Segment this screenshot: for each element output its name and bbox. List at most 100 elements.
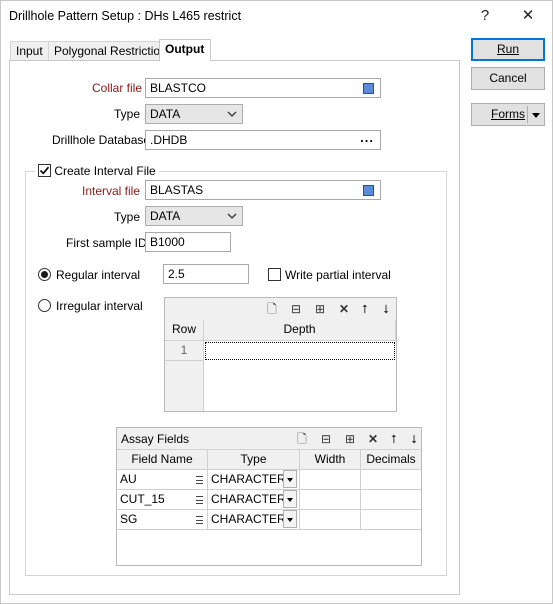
menu-icon[interactable] <box>196 516 203 524</box>
width-cell[interactable] <box>300 470 361 490</box>
chevron-down-icon <box>227 111 237 117</box>
forms-button-divider <box>527 106 528 123</box>
insert-row-icon[interactable]: ⊟ <box>289 302 303 316</box>
decimals-cell[interactable] <box>361 490 421 510</box>
table-row[interactable]: AU <box>117 470 208 490</box>
field-name-header[interactable]: Field Name <box>117 450 208 470</box>
append-row-icon[interactable]: ⊞ <box>313 302 327 316</box>
field-name-cell: AU <box>120 472 137 486</box>
append-row-icon[interactable]: ⊞ <box>343 432 357 446</box>
first-sample-id-input[interactable]: B1000 <box>145 232 231 252</box>
insert-row-icon[interactable]: ⊟ <box>319 432 333 446</box>
regular-interval-value: 2.5 <box>168 267 185 281</box>
depth-column-header[interactable]: Depth <box>204 320 396 341</box>
assay-toolbar: Assay Fields 🗋 ⊟ ⊞ ✕ ⭡ ⭣ <box>117 428 421 450</box>
check-icon <box>39 167 50 175</box>
output-panel: Collar file BLASTCO Type DATA Drillhole … <box>9 60 460 595</box>
window-title: Drillhole Pattern Setup : DHs L465 restr… <box>9 9 242 23</box>
row-number: 1 <box>165 341 204 361</box>
decimals-header[interactable]: Decimals <box>361 450 421 470</box>
chevron-down-icon <box>227 213 237 219</box>
new-row-icon[interactable]: 🗋 <box>295 432 309 446</box>
assay-fields-grid: Assay Fields 🗋 ⊟ ⊞ ✕ ⭡ ⭣ Field Name Type… <box>116 427 422 566</box>
menu-icon[interactable] <box>196 496 203 504</box>
create-interval-header: Create Interval File <box>35 163 159 179</box>
regular-interval-radio[interactable] <box>38 268 51 281</box>
interval-type-select[interactable]: DATA <box>145 206 243 226</box>
irregular-interval-label: Irregular interval <box>56 299 143 313</box>
field-name-cell: CUT_15 <box>120 492 165 506</box>
collar-file-label: Collar file <box>92 81 143 95</box>
collar-type-label: Type <box>114 107 141 121</box>
depth-grid: 🗋 ⊟ ⊞ ✕ ⭡ ⭣ Row Depth 1 <box>164 297 397 412</box>
type-cell[interactable]: CHARACTER <box>208 490 300 510</box>
decimals-cell[interactable] <box>361 510 421 530</box>
help-button[interactable]: ? <box>468 5 502 27</box>
delete-row-icon[interactable]: ✕ <box>366 432 380 446</box>
create-interval-checkbox[interactable] <box>38 164 51 178</box>
drillhole-db-value: .DHDB <box>150 133 188 147</box>
chevron-down-icon[interactable] <box>283 470 297 488</box>
move-down-icon[interactable]: ⭣ <box>407 432 421 446</box>
write-partial-label: Write partial interval <box>285 268 391 282</box>
tab-input[interactable]: Input <box>10 41 49 61</box>
table-row[interactable]: CUT_15 <box>117 490 208 510</box>
dialog-window: Drillhole Pattern Setup : DHs L465 restr… <box>0 0 553 604</box>
type-cell-value: CHARACTER <box>211 512 286 526</box>
tab-output[interactable]: Output <box>159 39 211 61</box>
file-select-icon[interactable] <box>363 83 374 94</box>
interval-file-input[interactable]: BLASTAS <box>145 180 381 200</box>
chevron-down-icon[interactable] <box>532 113 540 118</box>
forms-button[interactable]: Forms <box>471 103 545 126</box>
type-cell[interactable]: CHARACTER <box>208 510 300 530</box>
title-bar: Drillhole Pattern Setup : DHs L465 restr… <box>1 1 552 32</box>
width-header[interactable]: Width <box>300 450 361 470</box>
delete-row-icon[interactable]: ✕ <box>337 302 351 316</box>
type-cell-value: CHARACTER <box>211 472 286 486</box>
type-cell[interactable]: CHARACTER <box>208 470 300 490</box>
new-row-icon[interactable]: 🗋 <box>265 302 279 316</box>
type-cell-value: CHARACTER <box>211 492 286 506</box>
tab-polygonal-restriction[interactable]: Polygonal Restriction <box>48 41 173 61</box>
forms-button-label: Forms <box>491 107 525 121</box>
assay-fields-title: Assay Fields <box>121 432 190 446</box>
interval-type-value: DATA <box>150 209 181 223</box>
regular-interval-label: Regular interval <box>56 268 141 282</box>
create-interval-label: Create Interval File <box>54 163 156 178</box>
run-button-label: Run <box>496 42 519 56</box>
cancel-button-label: Cancel <box>489 71 527 85</box>
move-down-icon[interactable]: ⭣ <box>379 302 393 316</box>
menu-icon[interactable] <box>196 476 203 484</box>
row-header-filler <box>165 361 204 411</box>
drillhole-db-label: Drillhole Database <box>52 133 151 147</box>
field-name-cell: SG <box>120 512 138 526</box>
run-button[interactable]: Run <box>471 38 545 61</box>
width-cell[interactable] <box>300 510 361 530</box>
depth-cell[interactable] <box>205 342 395 360</box>
width-cell[interactable] <box>300 490 361 510</box>
write-partial-checkbox[interactable] <box>268 268 281 281</box>
type-header[interactable]: Type <box>208 450 300 470</box>
first-sample-id-label: First sample ID <box>66 236 147 250</box>
file-select-icon[interactable] <box>363 185 374 196</box>
move-up-icon[interactable]: ⭡ <box>387 432 401 446</box>
collar-file-value: BLASTCO <box>150 81 207 95</box>
collar-type-select[interactable]: DATA <box>145 104 243 124</box>
decimals-cell[interactable] <box>361 470 421 490</box>
interval-file-value: BLASTAS <box>150 183 204 197</box>
drillhole-db-input[interactable]: .DHDB ... <box>145 130 381 150</box>
chevron-down-icon[interactable] <box>283 490 297 508</box>
first-sample-id-value: B1000 <box>150 235 185 249</box>
regular-interval-input[interactable]: 2.5 <box>163 264 249 284</box>
move-up-icon[interactable]: ⭡ <box>358 302 372 316</box>
interval-type-label: Type <box>114 210 141 224</box>
chevron-down-icon[interactable] <box>283 510 297 528</box>
table-row[interactable]: SG <box>117 510 208 530</box>
close-button[interactable]: ✕ <box>511 5 545 27</box>
interval-file-label: Interval file <box>82 184 141 198</box>
collar-file-input[interactable]: BLASTCO <box>145 78 381 98</box>
irregular-interval-radio[interactable] <box>38 299 51 312</box>
row-column-header[interactable]: Row <box>165 320 204 341</box>
cancel-button[interactable]: Cancel <box>471 67 545 90</box>
browse-button[interactable]: ... <box>360 131 374 145</box>
